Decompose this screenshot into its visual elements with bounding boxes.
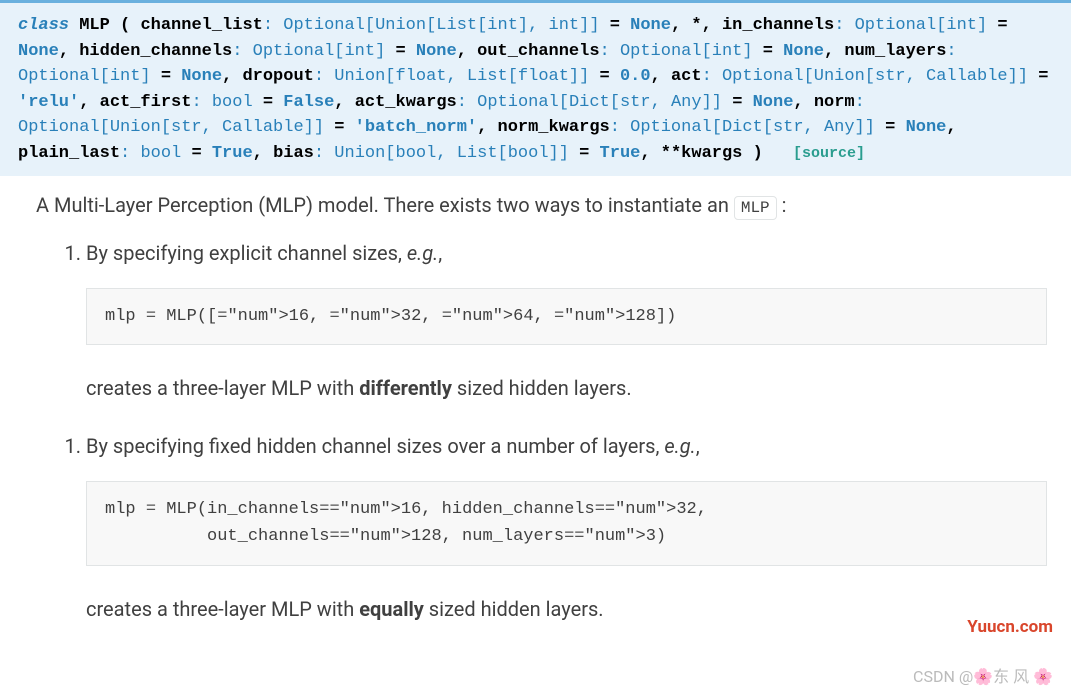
code-block-1: mlp = MLP([="num">16, ="num">32, ="num">… [86,288,1047,345]
item1-suffix: , [438,241,442,265]
list-item: By specifying explicit channel sizes, e.… [86,238,1047,403]
intro-text: A Multi-Layer Perception (MLP) model. Th… [36,193,734,217]
inline-code-mlp: MLP [734,196,777,220]
intro-paragraph: A Multi-Layer Perception (MLP) model. Th… [36,190,1047,220]
item2-em: e.g. [664,434,695,458]
intro-suffix: : [777,193,787,217]
item1-em: e.g. [407,241,438,265]
watermark-gray: CSDN @🌸东 风 🌸 [913,665,1053,689]
source-link[interactable]: [source] [793,145,865,162]
item1-desc: creates a three-layer MLP with different… [86,373,1047,403]
doc-content: A Multi-Layer Perception (MLP) model. Th… [0,176,1071,624]
item2-text: By specifying fixed hidden channel sizes… [86,434,664,458]
class-signature: class MLP ( channel_list: Optional[Union… [0,0,1071,176]
list-item: By specifying fixed hidden channel sizes… [86,431,1047,623]
item2-suffix: , [696,434,700,458]
watermark-red: Yuucn.com [967,615,1053,641]
instantiate-list-2: By specifying fixed hidden channel sizes… [36,431,1047,623]
instantiate-list-1: By specifying explicit channel sizes, e.… [36,238,1047,403]
item1-text: By specifying explicit channel sizes, [86,241,407,265]
item2-desc: creates a three-layer MLP with equally s… [86,594,1047,624]
code-block-2: mlp = MLP(in_channels=="num">16, hidden_… [86,481,1047,565]
